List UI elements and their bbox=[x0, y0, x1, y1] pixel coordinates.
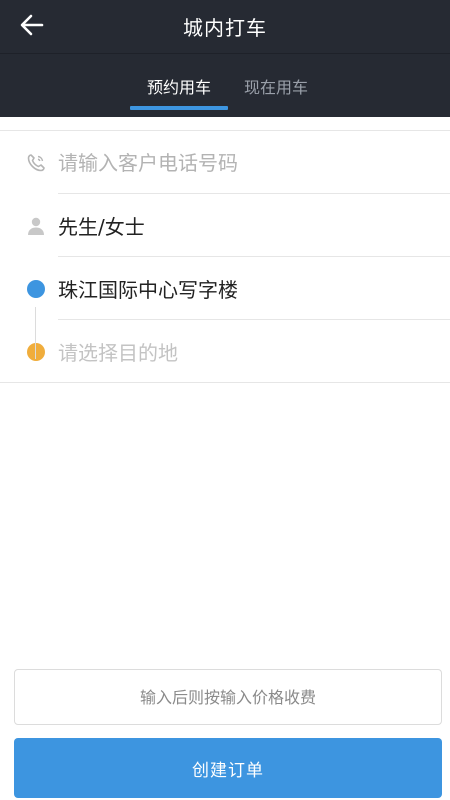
price-field bbox=[14, 669, 442, 725]
route-connector-line bbox=[35, 307, 36, 359]
app-root: 城内打车 预约用车 现在用车 先生 bbox=[0, 0, 450, 800]
phone-row bbox=[0, 131, 450, 194]
page-title: 城内打车 bbox=[183, 16, 267, 40]
create-order-button[interactable]: 创建订单 bbox=[14, 738, 442, 798]
order-form: 先生/女士 珠江国际中心写字楼 请选择目的地 bbox=[0, 130, 450, 383]
origin-dot-icon bbox=[24, 277, 48, 301]
origin-row[interactable]: 珠江国际中心写字楼 bbox=[0, 257, 450, 320]
origin-address: 珠江国际中心写字楼 bbox=[58, 278, 238, 302]
divider bbox=[0, 382, 450, 383]
phone-input[interactable] bbox=[58, 150, 434, 175]
destination-row[interactable]: 请选择目的地 bbox=[0, 320, 450, 383]
arrow-left-icon bbox=[20, 14, 44, 40]
tab-now[interactable]: 现在用车 bbox=[230, 54, 322, 117]
name-row: 先生/女士 bbox=[0, 194, 450, 257]
tab-bar: 预约用车 现在用车 bbox=[0, 54, 450, 117]
customer-name-field[interactable]: 先生/女士 bbox=[58, 211, 145, 240]
destination-placeholder: 请选择目的地 bbox=[58, 341, 178, 365]
user-icon bbox=[24, 214, 48, 238]
back-button[interactable] bbox=[14, 12, 50, 42]
header-bar: 城内打车 bbox=[0, 0, 450, 54]
destination-dot-icon bbox=[24, 340, 48, 364]
active-tab-indicator bbox=[130, 106, 228, 110]
price-input[interactable] bbox=[15, 670, 441, 724]
phone-icon bbox=[24, 151, 48, 175]
